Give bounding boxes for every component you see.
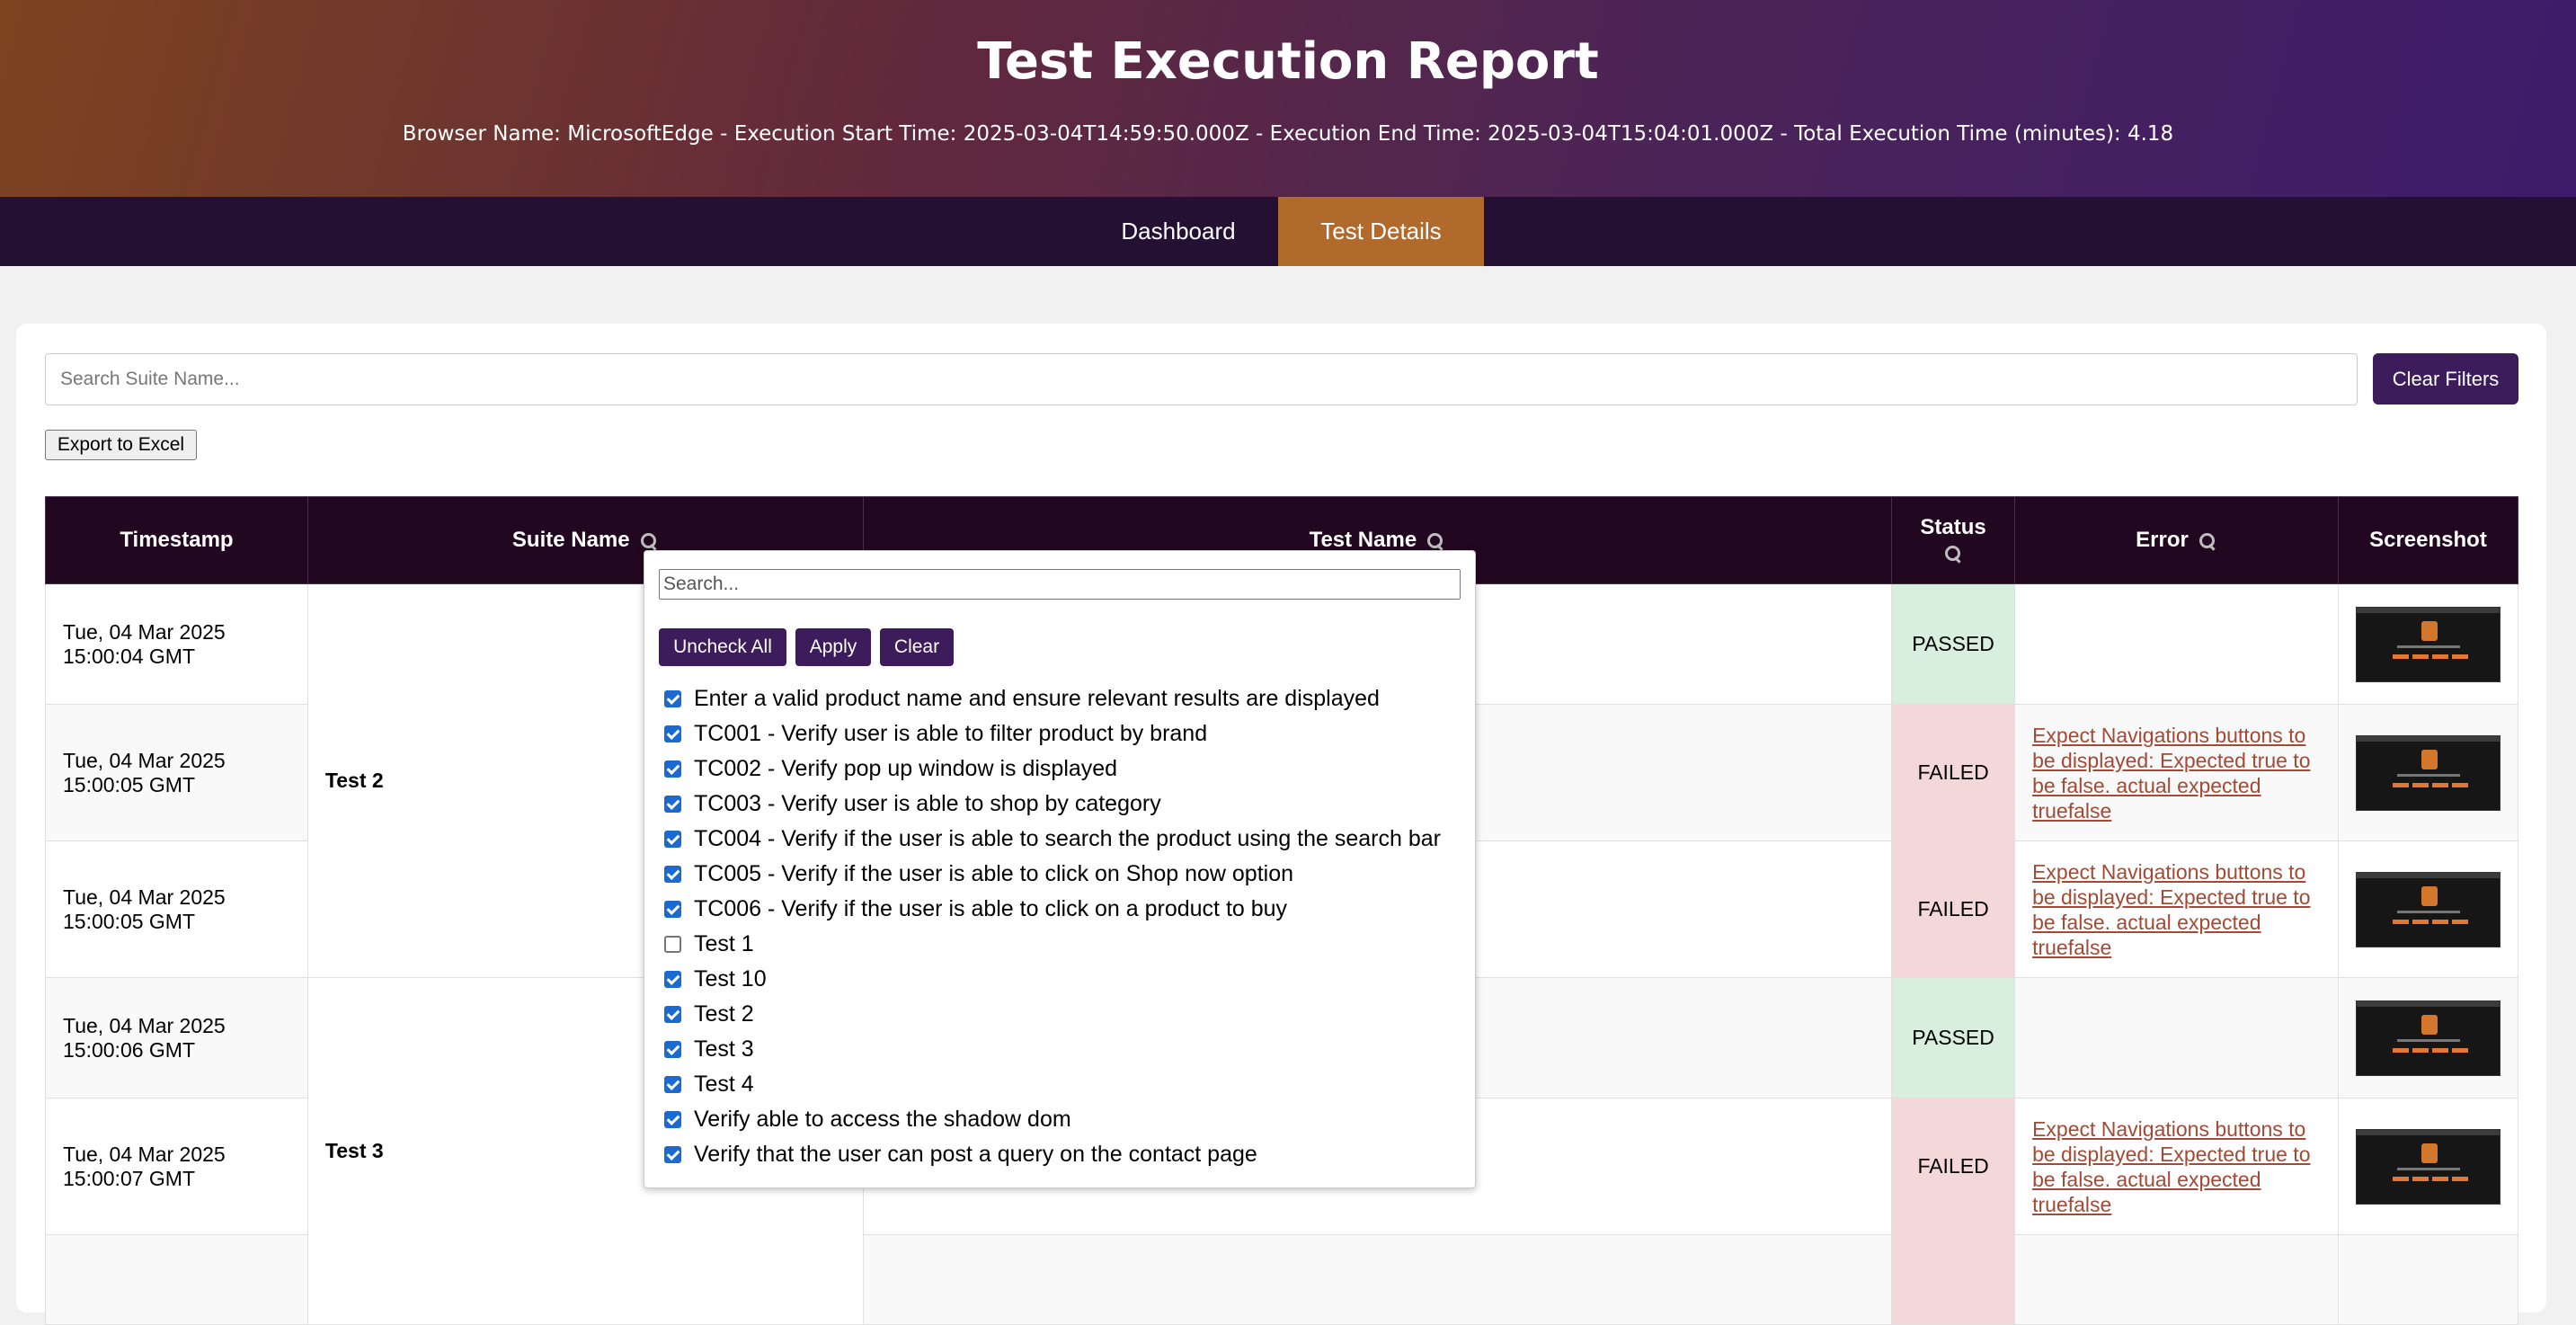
error-cell: Expect Navigations buttons to be displaye…	[2014, 840, 2339, 978]
screenshot-thumbnail[interactable]	[2355, 1128, 2500, 1205]
test-name-filter-popup: Uncheck All Apply Clear Enter a valid pr…	[644, 550, 1476, 1188]
nav-bar: Dashboard Test Details	[0, 197, 2576, 266]
filter-option-label: Test 1	[694, 931, 754, 956]
clear-filters-button[interactable]: Clear Filters	[2373, 353, 2518, 405]
error-cell: Expect Navigations buttons to be displaye…	[2014, 1098, 2339, 1235]
status-badge: PASSED	[1891, 977, 2016, 1098]
filter-option-label: Test 2	[694, 1001, 754, 1027]
checkbox-checked[interactable]	[664, 971, 681, 988]
filter-option[interactable]: Test 3	[664, 1032, 1441, 1067]
checkbox-checked[interactable]	[664, 760, 681, 778]
filter-option[interactable]: Test 1	[664, 927, 1441, 962]
filter-option[interactable]: Enter a valid product name and ensure re…	[664, 681, 1441, 716]
filter-option-label: TC006 - Verify if the user is able to cl…	[694, 896, 1288, 921]
page-title: Test Execution Report	[977, 32, 1599, 91]
uncheck-all-button[interactable]: Uncheck All	[659, 628, 786, 666]
filter-option-list: Enter a valid product name and ensure re…	[664, 681, 1441, 1172]
screenshot-thumbnail[interactable]	[2355, 871, 2500, 947]
export-excel-button[interactable]: Export to Excel	[45, 430, 197, 460]
search-suite-input[interactable]	[45, 353, 2358, 405]
checkbox-checked[interactable]	[664, 1041, 681, 1058]
filter-search-input[interactable]	[659, 569, 1461, 600]
filter-error-icon[interactable]	[2198, 531, 2217, 551]
filter-status-icon[interactable]	[1943, 544, 1963, 564]
screenshot-cell	[2337, 1098, 2519, 1235]
filter-option[interactable]: TC004 - Verify if the user is able to se…	[664, 822, 1441, 857]
error-link[interactable]: Expect Navigations buttons to be displaye…	[2032, 1116, 2321, 1217]
filter-option[interactable]: TC005 - Verify if the user is able to cl…	[664, 857, 1441, 892]
column-header-error: Error	[2014, 496, 2339, 584]
checkbox-checked[interactable]	[664, 796, 681, 813]
screenshot-cell	[2337, 977, 2519, 1098]
tab-dashboard[interactable]: Dashboard	[1095, 197, 1262, 266]
filter-option-label: Verify able to access the shadow dom	[694, 1107, 1071, 1132]
column-header-status: Status	[1891, 496, 2016, 584]
filter-option[interactable]: Test 10	[664, 962, 1441, 997]
apply-button[interactable]: Apply	[795, 628, 871, 666]
timestamp-cell: Tue, 04 Mar 2025 15:00:04 GMT	[45, 583, 308, 705]
screenshot-cell	[2337, 840, 2519, 978]
error-cell	[2014, 583, 2339, 705]
checkbox-checked[interactable]	[664, 1076, 681, 1093]
status-badge: FAILED	[1891, 840, 2016, 978]
error-cell	[2014, 977, 2339, 1098]
checkbox-checked[interactable]	[664, 1006, 681, 1023]
execution-summary: Browser Name: MicrosoftEdge - Execution …	[402, 122, 2174, 146]
checkbox-checked[interactable]	[664, 901, 681, 918]
filter-option-label: TC001 - Verify user is able to filter pr…	[694, 721, 1208, 746]
screenshot-thumbnail[interactable]	[2355, 606, 2500, 682]
column-header-timestamp: Timestamp	[45, 496, 308, 584]
filter-option[interactable]: TC002 - Verify pop up window is displaye…	[664, 751, 1441, 787]
timestamp-cell: Tue, 04 Mar 2025 15:00:07 GMT	[45, 1098, 308, 1235]
filter-option[interactable]: TC001 - Verify user is able to filter pr…	[664, 716, 1441, 751]
error-cell: Expect Navigations buttons to be displaye…	[2014, 704, 2339, 841]
checkbox-unchecked[interactable]	[664, 936, 681, 953]
filter-option-label: Test 4	[694, 1072, 754, 1097]
checkbox-checked[interactable]	[664, 690, 681, 707]
filter-option[interactable]: Test 2	[664, 997, 1441, 1032]
checkbox-checked[interactable]	[664, 1111, 681, 1128]
screenshot-cell	[2337, 704, 2519, 841]
filter-suite-icon[interactable]	[639, 531, 659, 551]
filter-option[interactable]: Verify that the user can post a query on…	[664, 1137, 1441, 1172]
filter-option-label: Enter a valid product name and ensure re…	[694, 686, 1380, 711]
filter-option-label: TC004 - Verify if the user is able to se…	[694, 826, 1441, 851]
filter-test-icon[interactable]	[1426, 531, 1445, 551]
tab-test-details[interactable]: Test Details	[1278, 197, 1484, 266]
report-header: Test Execution Report Browser Name: Micr…	[0, 0, 2576, 197]
status-badge: FAILED	[1891, 1098, 2016, 1235]
filter-option[interactable]: Test 4	[664, 1067, 1441, 1102]
status-badge: FAILED	[1891, 704, 2016, 841]
filter-option[interactable]: TC003 - Verify user is able to shop by c…	[664, 787, 1441, 822]
column-header-screenshot: Screenshot	[2337, 496, 2519, 584]
screenshot-cell	[2337, 583, 2519, 705]
error-link[interactable]: Expect Navigations buttons to be displaye…	[2032, 859, 2321, 960]
filter-option-label: Verify that the user can post a query on…	[694, 1142, 1257, 1167]
filter-option-label: Test 3	[694, 1036, 754, 1062]
filter-option[interactable]: Verify able to access the shadow dom	[664, 1102, 1441, 1137]
filter-option-label: Test 10	[694, 966, 767, 992]
timestamp-cell: Tue, 04 Mar 2025 15:00:06 GMT	[45, 977, 308, 1098]
screenshot-thumbnail[interactable]	[2355, 734, 2500, 811]
timestamp-cell: Tue, 04 Mar 2025 15:00:05 GMT	[45, 704, 308, 841]
timestamp-cell: Tue, 04 Mar 2025 15:00:05 GMT	[45, 840, 308, 978]
filter-option-label: TC003 - Verify user is able to shop by c…	[694, 791, 1161, 816]
screenshot-thumbnail[interactable]	[2355, 1000, 2500, 1076]
status-badge: PASSED	[1891, 583, 2016, 705]
error-link[interactable]: Expect Navigations buttons to be displaye…	[2032, 723, 2321, 823]
checkbox-checked[interactable]	[664, 831, 681, 848]
clear-button[interactable]: Clear	[880, 628, 954, 666]
filter-option[interactable]: TC006 - Verify if the user is able to cl…	[664, 892, 1441, 927]
checkbox-checked[interactable]	[664, 725, 681, 743]
filter-option-label: TC002 - Verify pop up window is displaye…	[694, 756, 1118, 781]
checkbox-checked[interactable]	[664, 1146, 681, 1163]
filter-option-label: TC005 - Verify if the user is able to cl…	[694, 861, 1294, 886]
checkbox-checked[interactable]	[664, 866, 681, 883]
